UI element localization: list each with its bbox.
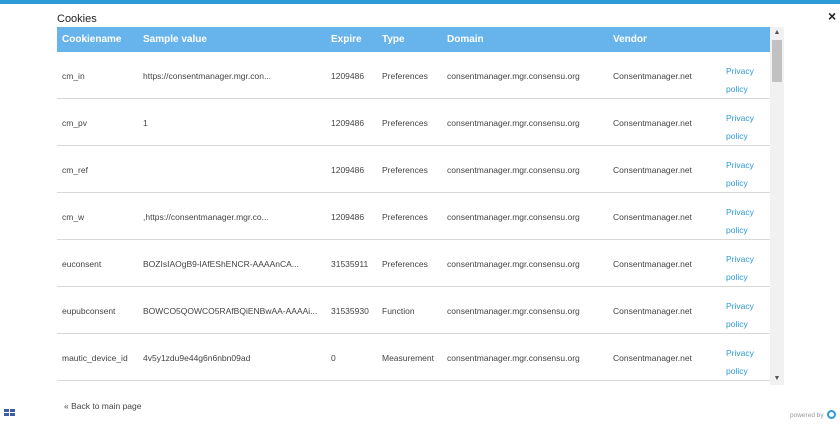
language-flag-icon[interactable] xyxy=(4,409,15,416)
cell-type: Preferences xyxy=(382,118,428,128)
privacy-policy-link[interactable]: Privacy policy xyxy=(726,109,754,145)
cell-expire: 1209486 xyxy=(331,118,365,128)
table-row: cm_ref 1209486 Preferences consentmanage… xyxy=(57,146,770,193)
scroll-thumb[interactable] xyxy=(772,40,782,82)
cell-sample-value: ,https://consentmanager.mgr.co... xyxy=(143,212,269,222)
cell-vendor: Consentmanager.net xyxy=(613,71,692,81)
cell-expire: 31535930 xyxy=(331,306,369,316)
cell-domain: consentmanager.mgr.consensu.org xyxy=(447,71,580,81)
cell-type: Function xyxy=(382,306,415,316)
cell-type: Measurement xyxy=(382,353,434,363)
cell-vendor: Consentmanager.net xyxy=(613,306,692,316)
cell-type: Preferences xyxy=(382,165,428,175)
table-scrollbar[interactable]: ▲ ▼ xyxy=(770,27,784,385)
cell-cookiename: cm_w xyxy=(62,212,85,222)
header-sample-value: Sample value xyxy=(143,34,207,45)
header-vendor: Vendor xyxy=(613,34,647,45)
table-row: cm_pv 1 1209486 Preferences consentmanag… xyxy=(57,99,770,146)
table-body: cm_in https://consentmanager.mgr.con... … xyxy=(57,52,770,381)
privacy-policy-link[interactable]: Privacy policy xyxy=(726,344,754,380)
cookie-table: Cookiename Sample value Expire Type Doma… xyxy=(57,27,784,385)
close-button[interactable]: × xyxy=(828,9,836,23)
privacy-policy-link[interactable]: Privacy policy xyxy=(726,62,754,98)
privacy-policy-link[interactable]: Privacy policy xyxy=(726,250,754,286)
cell-expire: 1209486 xyxy=(331,212,365,222)
cell-cookiename: cm_ref xyxy=(62,165,88,175)
cell-domain: consentmanager.mgr.consensu.org xyxy=(447,212,580,222)
privacy-policy-link[interactable]: Privacy policy xyxy=(726,156,754,192)
cell-expire: 1209486 xyxy=(331,165,365,175)
cell-vendor: Consentmanager.net xyxy=(613,212,692,222)
cell-sample-value: 4v5y1zdu9e44g6n6nbn09ad xyxy=(143,353,251,363)
cell-type: Preferences xyxy=(382,212,428,222)
cell-sample-value: BOZIsIAOgB9-lAfEShENCR-AAAAnCA... xyxy=(143,259,299,269)
table-row: eupubconsent BOWCO5QOWCO5RAfBQiENBwAA-AA… xyxy=(57,287,770,334)
cell-cookiename: cm_in xyxy=(62,71,85,81)
cell-expire: 1209486 xyxy=(331,71,365,81)
cell-type: Preferences xyxy=(382,71,428,81)
scroll-up-icon[interactable]: ▲ xyxy=(770,27,784,39)
cell-expire: 0 xyxy=(331,353,336,363)
cell-domain: consentmanager.mgr.consensu.org xyxy=(447,353,580,363)
scroll-down-icon[interactable]: ▼ xyxy=(770,373,784,385)
header-type: Type xyxy=(382,34,405,45)
privacy-policy-link[interactable]: Privacy policy xyxy=(726,297,754,333)
cell-expire: 31535911 xyxy=(331,259,369,269)
table-row: mautic_device_id 4v5y1zdu9e44g6n6nbn09ad… xyxy=(57,334,770,381)
cell-cookiename: eupubconsent xyxy=(62,306,116,316)
cell-sample-value: 1 xyxy=(143,118,148,128)
table-row: euconsent BOZIsIAOgB9-lAfEShENCR-AAAAnCA… xyxy=(57,240,770,287)
cell-sample-value: BOWCO5QOWCO5RAfBQiENBwAA-AAAAi... xyxy=(143,306,318,316)
header-cookiename: Cookiename xyxy=(62,34,122,45)
header-domain: Domain xyxy=(447,34,484,45)
cell-vendor: Consentmanager.net xyxy=(613,259,692,269)
back-to-main-link[interactable]: « Back to main page xyxy=(64,401,142,411)
privacy-policy-link[interactable]: Privacy policy xyxy=(726,203,754,239)
table-row: cm_w ,https://consentmanager.mgr.co... 1… xyxy=(57,193,770,240)
cell-vendor: Consentmanager.net xyxy=(613,353,692,363)
cell-vendor: Consentmanager.net xyxy=(613,165,692,175)
powered-by-label: powered by xyxy=(790,412,824,419)
header-expire: Expire xyxy=(331,34,362,45)
consentmanager-logo-icon[interactable] xyxy=(827,410,836,419)
cell-domain: consentmanager.mgr.consensu.org xyxy=(447,306,580,316)
cell-cookiename: euconsent xyxy=(62,259,102,269)
cell-type: Preferences xyxy=(382,259,428,269)
table-row: cm_in https://consentmanager.mgr.con... … xyxy=(57,52,770,99)
cell-domain: consentmanager.mgr.consensu.org xyxy=(447,118,580,128)
cell-cookiename: mautic_device_id xyxy=(62,353,128,363)
cell-domain: consentmanager.mgr.consensu.org xyxy=(447,259,580,269)
cell-domain: consentmanager.mgr.consensu.org xyxy=(447,165,580,175)
cell-sample-value: https://consentmanager.mgr.con... xyxy=(143,71,272,81)
cell-cookiename: cm_pv xyxy=(62,118,88,128)
top-accent-bar xyxy=(0,0,840,4)
table-header: Cookiename Sample value Expire Type Doma… xyxy=(57,27,770,52)
cell-vendor: Consentmanager.net xyxy=(613,118,692,128)
dialog-title: Cookies xyxy=(57,13,97,25)
